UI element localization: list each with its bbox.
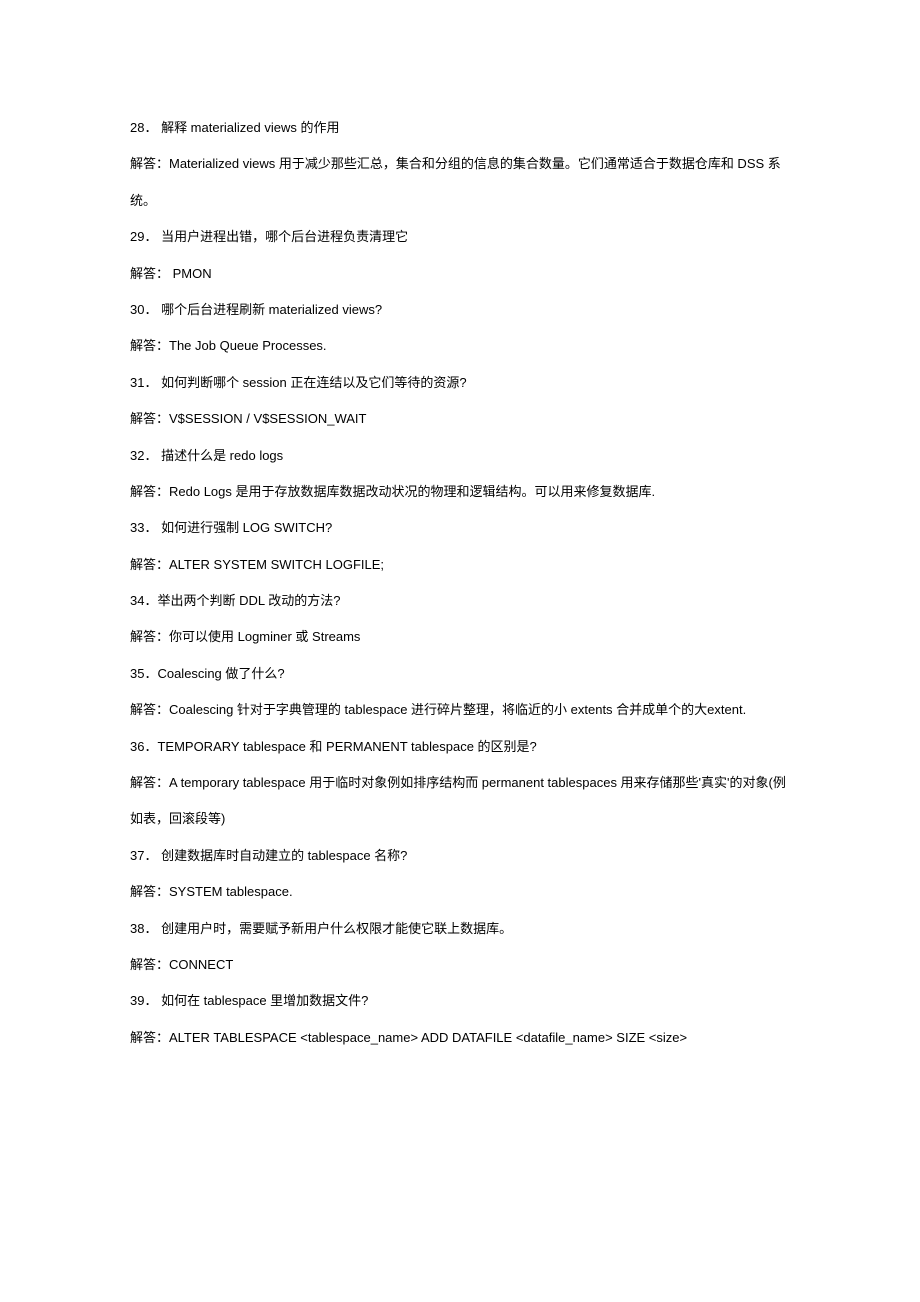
answer-text: 解答：ALTER TABLESPACE <tablespace_name> AD… [130, 1020, 790, 1056]
question-text: 31． 如何判断哪个 session 正在连结以及它们等待的资源? [130, 365, 790, 401]
question-text: 30． 哪个后台进程刷新 materialized views? [130, 292, 790, 328]
question-text: 38． 创建用户时，需要赋予新用户什么权限才能使它联上数据库。 [130, 911, 790, 947]
answer-text: 解答：CONNECT [130, 947, 790, 983]
answer-text: 解答：Coalescing 针对于字典管理的 tablespace 进行碎片整理… [130, 692, 790, 728]
question-text: 35．Coalescing 做了什么? [130, 656, 790, 692]
answer-text: 解答： PMON [130, 256, 790, 292]
question-text: 37． 创建数据库时自动建立的 tablespace 名称? [130, 838, 790, 874]
answer-text: 解答：Materialized views 用于减少那些汇总，集合和分组的信息的… [130, 146, 790, 219]
answer-text: 解答：A temporary tablespace 用于临时对象例如排序结构而 … [130, 765, 790, 838]
answer-text: 解答：SYSTEM tablespace. [130, 874, 790, 910]
answer-text: 解答：The Job Queue Processes. [130, 328, 790, 364]
answer-text: 解答：Redo Logs 是用于存放数据库数据改动状况的物理和逻辑结构。可以用来… [130, 474, 790, 510]
answer-text: 解答：ALTER SYSTEM SWITCH LOGFILE; [130, 547, 790, 583]
document-page: 28． 解释 materialized views 的作用 解答：Materia… [0, 0, 920, 1302]
question-text: 29． 当用户进程出错，哪个后台进程负责清理它 [130, 219, 790, 255]
answer-text: 解答：V$SESSION / V$SESSION_WAIT [130, 401, 790, 437]
answer-text: 解答：你可以使用 Logminer 或 Streams [130, 619, 790, 655]
question-text: 36．TEMPORARY tablespace 和 PERMANENT tabl… [130, 729, 790, 765]
question-text: 32． 描述什么是 redo logs [130, 438, 790, 474]
question-text: 28． 解释 materialized views 的作用 [130, 110, 790, 146]
question-text: 39． 如何在 tablespace 里增加数据文件? [130, 983, 790, 1019]
question-text: 33． 如何进行强制 LOG SWITCH? [130, 510, 790, 546]
question-text: 34．举出两个判断 DDL 改动的方法? [130, 583, 790, 619]
